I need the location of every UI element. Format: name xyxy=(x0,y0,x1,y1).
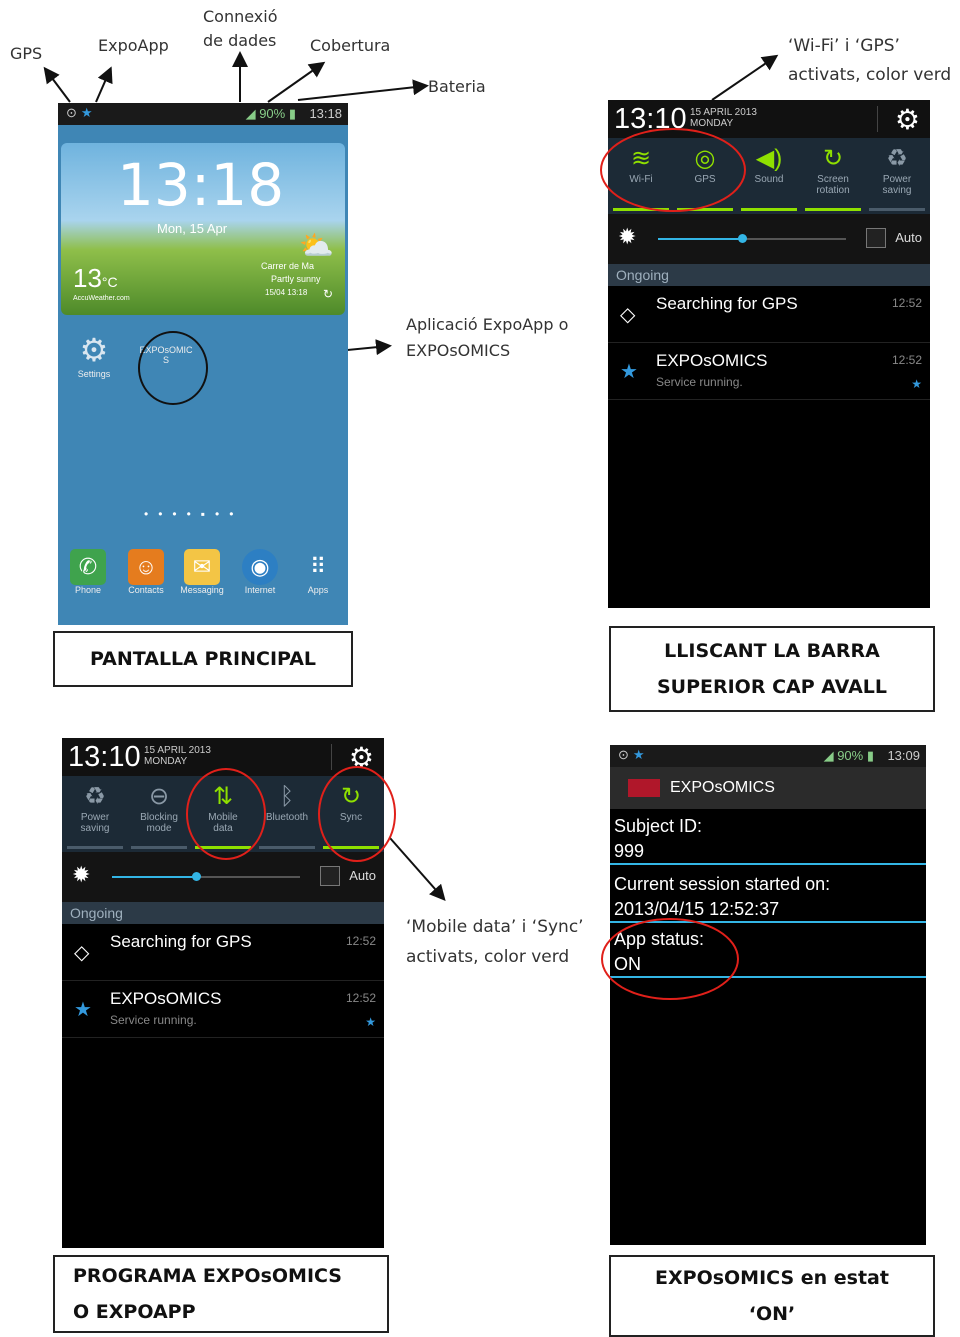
dock-messaging[interactable]: ✉ Messaging xyxy=(176,549,228,595)
brightness-icon: ✹ xyxy=(618,224,637,249)
annotation-expoapp: ExpoApp xyxy=(98,36,169,55)
brightness-row: ✹ Auto xyxy=(608,214,930,264)
small-star-icon: ★ xyxy=(365,1015,376,1029)
apps-grid-icon: ⠿ xyxy=(309,554,327,579)
annotation-battery: Bateria xyxy=(428,77,486,96)
brightness-slider[interactable] xyxy=(658,234,846,243)
tile-sound[interactable]: ◀) Sound xyxy=(738,138,800,214)
tile-power-saving[interactable]: ♻ Power saving xyxy=(64,776,126,852)
widget-date: Mon, 15 Apr xyxy=(157,221,228,236)
star-icon: ★ xyxy=(74,999,92,1021)
widget-temperature: 13°C xyxy=(73,263,118,293)
notification-exposomics[interactable]: ★ EXPOsOMICS Service running. 12:52 ★ xyxy=(62,981,384,1038)
auto-label: Auto xyxy=(895,230,922,245)
home-screen: ⊙ ★ ◢ 90% ▮ 13:18 13:18 Mon, 15 Apr ⛅ 13°… xyxy=(58,103,348,625)
small-star-icon: ★ xyxy=(911,377,922,391)
auto-brightness-checkbox[interactable] xyxy=(320,866,340,886)
caption-home: PANTALLA PRINCIPAL xyxy=(53,631,353,687)
status-bar: ⊙ ★ ◢ 90% ▮ 13:09 xyxy=(610,745,926,767)
gps-notification-icon: ◇ xyxy=(620,304,636,326)
gps-indicator-icon: ⊙ xyxy=(66,105,77,120)
highlight-sync xyxy=(318,766,396,862)
notification-gps[interactable]: ◇ Searching for GPS 12:52 xyxy=(62,924,384,981)
expoapp-star-icon: ★ xyxy=(80,105,93,120)
sound-icon: ◀) xyxy=(755,145,783,172)
session-label: Current session started on: xyxy=(614,874,831,894)
caption-swipe: LLISCANT LA BARRA SUPERIOR CAP AVALL xyxy=(609,626,935,712)
brightness-knob[interactable] xyxy=(192,872,201,881)
recycle-icon: ♻ xyxy=(84,783,106,810)
brightness-knob[interactable] xyxy=(738,234,747,243)
globe-icon: ◉ xyxy=(242,549,278,585)
blocking-icon: ⊖ xyxy=(148,783,170,810)
phone-icon: ✆ xyxy=(70,549,106,585)
brightness-icon: ✹ xyxy=(72,862,91,887)
annotation-data-connection: Connexió de dades xyxy=(203,7,278,50)
widget-weather-desc: Partly sunny xyxy=(271,274,321,284)
highlight-app-status xyxy=(601,918,739,1000)
widget-location: Carrer de Ma xyxy=(261,261,315,271)
star-icon: ★ xyxy=(620,361,638,383)
annotation-coverage: Cobertura xyxy=(310,36,391,55)
dock: ✆ Phone ☺ Contacts ✉ Messaging ◉ Internet ⠿ A… xyxy=(58,543,348,625)
dock-contacts[interactable]: ☺ Contacts xyxy=(120,549,172,595)
brightness-slider[interactable] xyxy=(112,872,300,881)
signal-battery-indicator: ◢ 90% ▮ xyxy=(823,748,874,763)
ongoing-header: Ongoing xyxy=(62,902,384,924)
widget-brand: AccuWeather.com xyxy=(73,295,130,302)
refresh-icon[interactable]: ↻ xyxy=(323,287,333,301)
rotation-icon: ↻ xyxy=(822,145,844,172)
settings-app[interactable]: ⚙ Settings xyxy=(68,331,120,379)
auto-label: Auto xyxy=(349,868,376,883)
shade-date: 15 APRIL 2013 MONDAY xyxy=(690,107,757,129)
subject-label: Subject ID: xyxy=(614,816,703,836)
weather-clock-widget[interactable]: 13:18 Mon, 15 Apr ⛅ 13°C Carrer de Ma Pa… xyxy=(61,143,345,315)
shade-time: 13:10 xyxy=(68,741,141,773)
gps-notification-icon: ◇ xyxy=(74,942,90,964)
app-logo-icon xyxy=(628,779,660,797)
annotation-gps: GPS xyxy=(10,44,43,63)
widget-clock: 13:18 xyxy=(117,151,285,219)
contacts-icon: ☺ xyxy=(128,549,164,585)
messaging-icon: ✉ xyxy=(184,549,220,585)
annotation-wifi-gps: ‘Wi-Fi’ i ‘GPS’ activats, color verd xyxy=(788,36,952,85)
highlight-mobile-data xyxy=(186,768,266,860)
dock-internet[interactable]: ◉ Internet xyxy=(234,549,286,595)
status-time: 13:18 xyxy=(309,106,342,121)
status-time: 13:09 xyxy=(887,748,920,763)
tile-power-saving[interactable]: ♻ Power saving xyxy=(866,138,928,214)
caption-status: EXPOsOMICS en estat ‘ON’ xyxy=(609,1255,935,1337)
tile-blocking-mode[interactable]: ⊖ Blocking mode xyxy=(128,776,190,852)
status-bar: ⊙ ★ ◢ 90% ▮ 13:18 xyxy=(58,103,348,125)
page-indicator: ••••▪•• xyxy=(144,507,244,521)
app-highlight-circle xyxy=(138,331,208,405)
partly-sunny-icon: ⛅ xyxy=(299,230,334,261)
annotation-app: Aplicació ExpoApp o EXPOsOMICS xyxy=(406,315,569,360)
auto-brightness-checkbox[interactable] xyxy=(866,228,886,248)
caption-program: PROGRAMA EXPOsOMICS O EXPOAPP xyxy=(53,1255,389,1333)
highlight-wifi-gps xyxy=(600,128,746,212)
notification-gps[interactable]: ◇ Searching for GPS 12:52 xyxy=(608,286,930,343)
dock-apps[interactable]: ⠿ Apps xyxy=(292,549,344,595)
gear-icon: ⚙ xyxy=(79,332,109,368)
notification-exposomics[interactable]: ★ EXPOsOMICS Service running. 12:52 ★ xyxy=(608,343,930,400)
dock-phone[interactable]: ✆ Phone xyxy=(62,549,114,595)
app-title-bar: EXPOsOMICS xyxy=(610,767,926,809)
signal-battery-indicator: ◢ 90% ▮ xyxy=(245,106,296,121)
annotation-mobile-sync: ‘Mobile data’ i ‘Sync’ activats, color v… xyxy=(406,917,584,967)
subject-value: 999 xyxy=(614,841,645,861)
tile-screen-rotation[interactable]: ↻ Screen rotation xyxy=(802,138,864,214)
shade-date: 15 APRIL 2013 MONDAY xyxy=(144,745,211,767)
ongoing-header: Ongoing xyxy=(608,264,930,286)
gps-indicator-icon: ⊙ xyxy=(618,747,629,762)
widget-updated: 15/04 13:18 xyxy=(265,288,308,297)
expoapp-star-icon: ★ xyxy=(632,747,645,762)
recycle-icon: ♻ xyxy=(886,145,908,172)
app-title: EXPOsOMICS xyxy=(670,779,775,796)
settings-gear-icon[interactable]: ⚙ xyxy=(895,103,920,136)
